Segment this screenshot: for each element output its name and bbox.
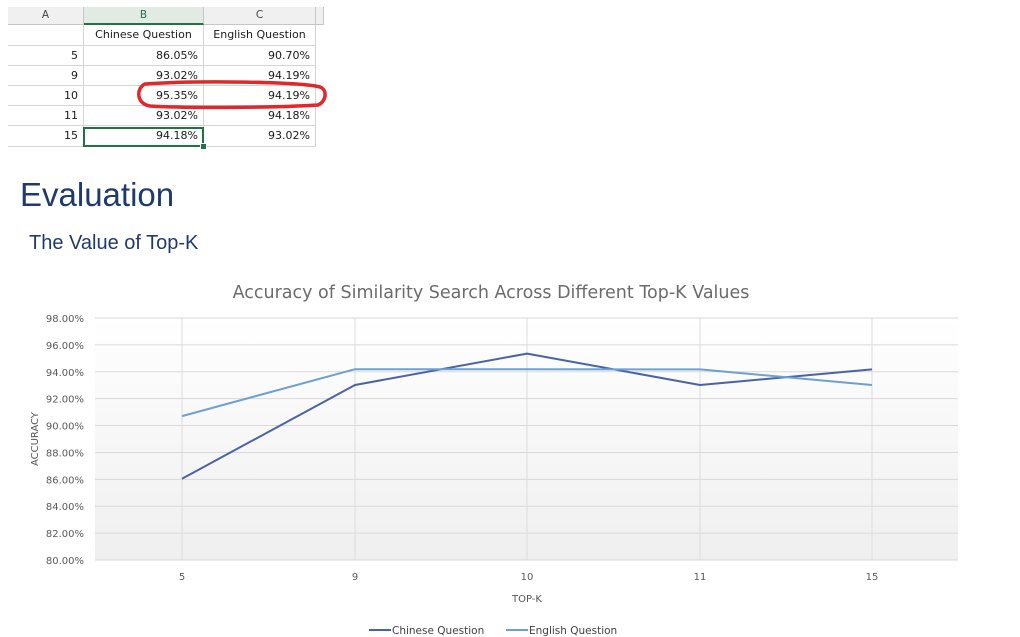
legend-label: English Question	[529, 625, 617, 637]
y-axis-ticks: 80.00% 82.00% 84.00% 86.00% 88.00% 90.00% 92.0…	[46, 314, 84, 567]
legend-label: Chinese Question	[392, 625, 484, 637]
y-tick-label: 96.00%	[46, 341, 84, 352]
legend-entry: English Question	[506, 625, 617, 637]
y-tick-label: 92.00%	[46, 395, 84, 406]
y-tick-label: 84.00%	[46, 502, 84, 513]
y-tick-label: 86.00%	[46, 475, 84, 486]
x-tick-label: 9	[352, 572, 358, 583]
section-title: Evaluation	[20, 176, 175, 213]
chart-title: Accuracy of Similarity Search Across Dif…	[233, 283, 750, 303]
line-chart: 80.00% 82.00% 84.00% 86.00% 88.00% 90.00% 92.0…	[30, 283, 958, 637]
legend: Chinese Question English Question	[369, 625, 617, 637]
y-tick-label: 80.00%	[46, 556, 84, 567]
y-tick-label: 88.00%	[46, 448, 84, 459]
x-axis-ticks: 5 9 10 11 15	[179, 572, 879, 583]
x-tick-label: 15	[866, 572, 879, 583]
y-tick-label: 94.00%	[46, 368, 84, 379]
y-axis-title: ACCURACY	[30, 411, 41, 466]
subsection-title: The Value of Top-K	[29, 232, 199, 254]
x-axis-title: TOP-K	[511, 594, 542, 605]
x-tick-label: 11	[694, 572, 707, 583]
x-tick-label: 5	[179, 572, 185, 583]
y-tick-label: 98.00%	[46, 314, 84, 325]
y-tick-label: 90.00%	[46, 422, 84, 433]
red-highlight-circle	[137, 80, 327, 110]
spreadsheet: A B C Chinese Question English Question …	[0, 0, 330, 152]
legend-entry: Chinese Question	[369, 625, 484, 637]
x-tick-label: 10	[521, 572, 534, 583]
y-tick-label: 82.00%	[46, 529, 84, 540]
